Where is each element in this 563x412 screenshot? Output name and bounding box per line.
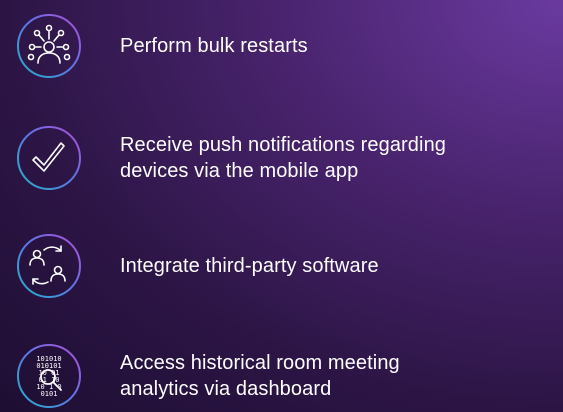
svg-text:0101: 0101	[41, 390, 58, 398]
feature-meeting-analytics: 101010 010101 10 01 01 10 10 1 0 0101 Ac…	[16, 344, 563, 408]
feature-label-line: Access historical room meeting	[120, 352, 400, 374]
feature-push-notifications: Receive push notifications regarding dev…	[16, 126, 563, 190]
people-exchange-icon	[16, 233, 82, 299]
feature-label-line: Integrate third-party software	[120, 255, 379, 277]
feature-bulk-restarts: Perform bulk restarts	[16, 14, 563, 78]
feature-label: Perform bulk restarts	[120, 33, 308, 59]
feature-label: Integrate third-party software	[120, 253, 379, 279]
feature-label-line: analytics via dashboard	[120, 378, 332, 400]
feature-label: Receive push notifications regarding dev…	[120, 132, 446, 184]
feature-label-line: devices via the mobile app	[120, 160, 359, 182]
feature-label-line: Perform bulk restarts	[120, 35, 308, 57]
binary-magnifier-icon: 101010 010101 10 01 01 10 10 1 0 0101	[16, 343, 82, 409]
feature-third-party: Integrate third-party software	[16, 234, 563, 298]
feature-label: Access historical room meeting analytics…	[120, 350, 400, 402]
network-people-icon	[16, 13, 82, 79]
checkmark-icon	[16, 125, 82, 191]
feature-label-line: Receive push notifications regarding	[120, 134, 447, 156]
